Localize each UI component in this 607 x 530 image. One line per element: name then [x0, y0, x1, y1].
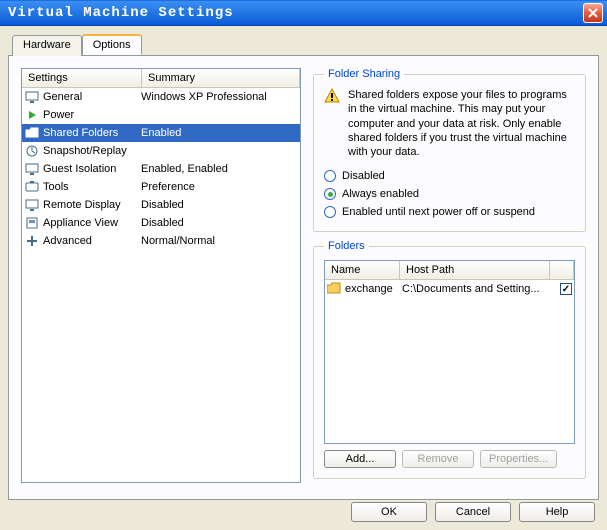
remove-button: Remove [402, 450, 474, 468]
close-icon [588, 8, 598, 18]
settings-row[interactable]: General Windows XP Professional [22, 88, 300, 106]
monitor-icon [24, 198, 40, 212]
folders-header-path[interactable]: Host Path [400, 261, 550, 279]
folder-icon [327, 282, 343, 296]
settings-row-label: General [43, 91, 141, 103]
folders-header-name[interactable]: Name [325, 261, 400, 279]
settings-list[interactable]: Settings Summary General Windows XP Prof… [21, 68, 301, 483]
radio-until-label: Enabled until next power off or suspend [342, 206, 535, 218]
radio-until-row[interactable]: Enabled until next power off or suspend [324, 203, 575, 221]
tab-options[interactable]: Options [82, 34, 142, 55]
folders-group: Folders Name Host Path exchange C:\Docum… [313, 240, 586, 479]
folder-path: C:\Documents and Setting... [402, 283, 560, 295]
radio-disabled[interactable] [324, 170, 336, 182]
radio-always-label: Always enabled [342, 188, 419, 200]
settings-row[interactable]: Advanced Normal/Normal [22, 232, 300, 250]
left-column: Settings Summary General Windows XP Prof… [21, 68, 301, 487]
folder-buttons: Add... Remove Properties... [324, 450, 575, 468]
radio-always-row[interactable]: Always enabled [324, 185, 575, 203]
radio-disabled-row[interactable]: Disabled [324, 167, 575, 185]
folder-row[interactable]: exchange C:\Documents and Setting... ✓ [325, 280, 574, 298]
cancel-button[interactable]: Cancel [435, 502, 511, 522]
folder-sharing-group: Folder Sharing Shared folders expose you… [313, 68, 586, 232]
window-title: Virtual Machine Settings [8, 5, 234, 21]
settings-row[interactable]: Tools Preference [22, 178, 300, 196]
monitor-icon [24, 90, 40, 104]
shared-folder-icon [24, 126, 40, 140]
settings-row-summary: Disabled [141, 217, 298, 229]
folders-header-check[interactable] [550, 261, 574, 279]
radio-until[interactable] [324, 206, 336, 218]
settings-row-summary: Enabled [141, 127, 298, 139]
content-area: Hardware Options Settings Summary Genera… [0, 26, 607, 530]
settings-row[interactable]: Guest Isolation Enabled, Enabled [22, 160, 300, 178]
folders-header: Name Host Path [325, 261, 574, 280]
snapshot-icon [24, 144, 40, 158]
folder-name: exchange [345, 283, 402, 295]
folders-list[interactable]: Name Host Path exchange C:\Documents and… [324, 260, 575, 444]
power-icon [24, 108, 40, 122]
tools-icon [24, 180, 40, 194]
warning-text: Shared folders expose your files to prog… [348, 88, 575, 159]
radio-disabled-label: Disabled [342, 170, 385, 182]
folder-checkbox[interactable]: ✓ [560, 283, 572, 295]
settings-row-summary: Disabled [141, 199, 298, 211]
settings-row-summary: Preference [141, 181, 298, 193]
settings-row-label: Power [43, 109, 141, 121]
settings-row[interactable]: Shared Folders Enabled [22, 124, 300, 142]
folders-legend: Folders [324, 240, 369, 252]
settings-row-label: Remote Display [43, 199, 141, 211]
right-column: Folder Sharing Shared folders expose you… [313, 68, 586, 487]
advanced-icon [24, 234, 40, 248]
settings-row-summary: Windows XP Professional [141, 91, 298, 103]
settings-row[interactable]: Snapshot/Replay [22, 142, 300, 160]
close-button[interactable] [583, 3, 603, 23]
settings-row-label: Appliance View [43, 217, 141, 229]
add-button[interactable]: Add... [324, 450, 396, 468]
settings-row-label: Shared Folders [43, 127, 141, 139]
warning-icon [324, 88, 340, 104]
settings-row-summary: Normal/Normal [141, 235, 298, 247]
help-button[interactable]: Help [519, 502, 595, 522]
tab-strip: Hardware Options [12, 34, 599, 55]
header-settings[interactable]: Settings [22, 69, 142, 87]
settings-row-label: Advanced [43, 235, 141, 247]
settings-row-summary: Enabled, Enabled [141, 163, 298, 175]
dialog-buttons: OK Cancel Help [351, 502, 595, 522]
tab-panel: Settings Summary General Windows XP Prof… [8, 55, 599, 500]
tab-hardware[interactable]: Hardware [12, 35, 82, 56]
warning-row: Shared folders expose your files to prog… [324, 88, 575, 159]
settings-row-label: Snapshot/Replay [43, 145, 141, 157]
header-summary[interactable]: Summary [142, 69, 300, 87]
settings-list-header: Settings Summary [22, 69, 300, 88]
appliance-icon [24, 216, 40, 230]
radio-always[interactable] [324, 188, 336, 200]
ok-button[interactable]: OK [351, 502, 427, 522]
settings-row-label: Guest Isolation [43, 163, 141, 175]
folder-sharing-legend: Folder Sharing [324, 68, 404, 80]
properties-button: Properties... [480, 450, 557, 468]
monitor-icon [24, 162, 40, 176]
title-bar: Virtual Machine Settings [0, 0, 607, 26]
settings-row-label: Tools [43, 181, 141, 193]
settings-row[interactable]: Appliance View Disabled [22, 214, 300, 232]
settings-row[interactable]: Remote Display Disabled [22, 196, 300, 214]
settings-row[interactable]: Power [22, 106, 300, 124]
